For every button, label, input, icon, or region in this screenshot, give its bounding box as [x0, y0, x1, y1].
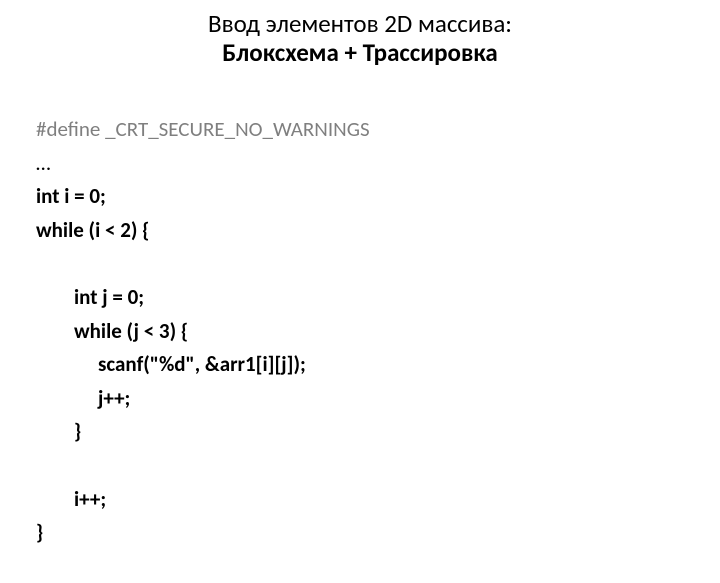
code-line-8: scanf("%d", &arr1[i][j]); — [36, 348, 306, 382]
code-line-2: … — [36, 150, 51, 176]
code-line-1: #define _CRT_SECURE_NO_WARNINGS — [36, 116, 370, 142]
slide-title: Ввод элементов 2D массива: Блоксхема + Т… — [30, 10, 690, 68]
slide: Ввод элементов 2D массива: Блоксхема + Т… — [0, 0, 720, 540]
title-line-1: Ввод элементов 2D массива: — [30, 10, 690, 39]
code-line-12: i++; — [36, 483, 106, 517]
code-line-3: int i = 0; — [36, 183, 106, 209]
code-block: #define _CRT_SECURE_NO_WARNINGS … int i … — [30, 80, 690, 583]
code-line-7: while (j < 3) { — [36, 315, 188, 349]
code-line-10: } — [36, 415, 81, 449]
code-line-4: while (i < 2) { — [36, 217, 149, 243]
code-line-6: int j = 0; — [36, 281, 144, 315]
title-line-2: Блоксхема + Трассировка — [30, 39, 690, 68]
code-line-9: j++; — [36, 382, 130, 416]
code-line-13: } — [36, 519, 43, 545]
